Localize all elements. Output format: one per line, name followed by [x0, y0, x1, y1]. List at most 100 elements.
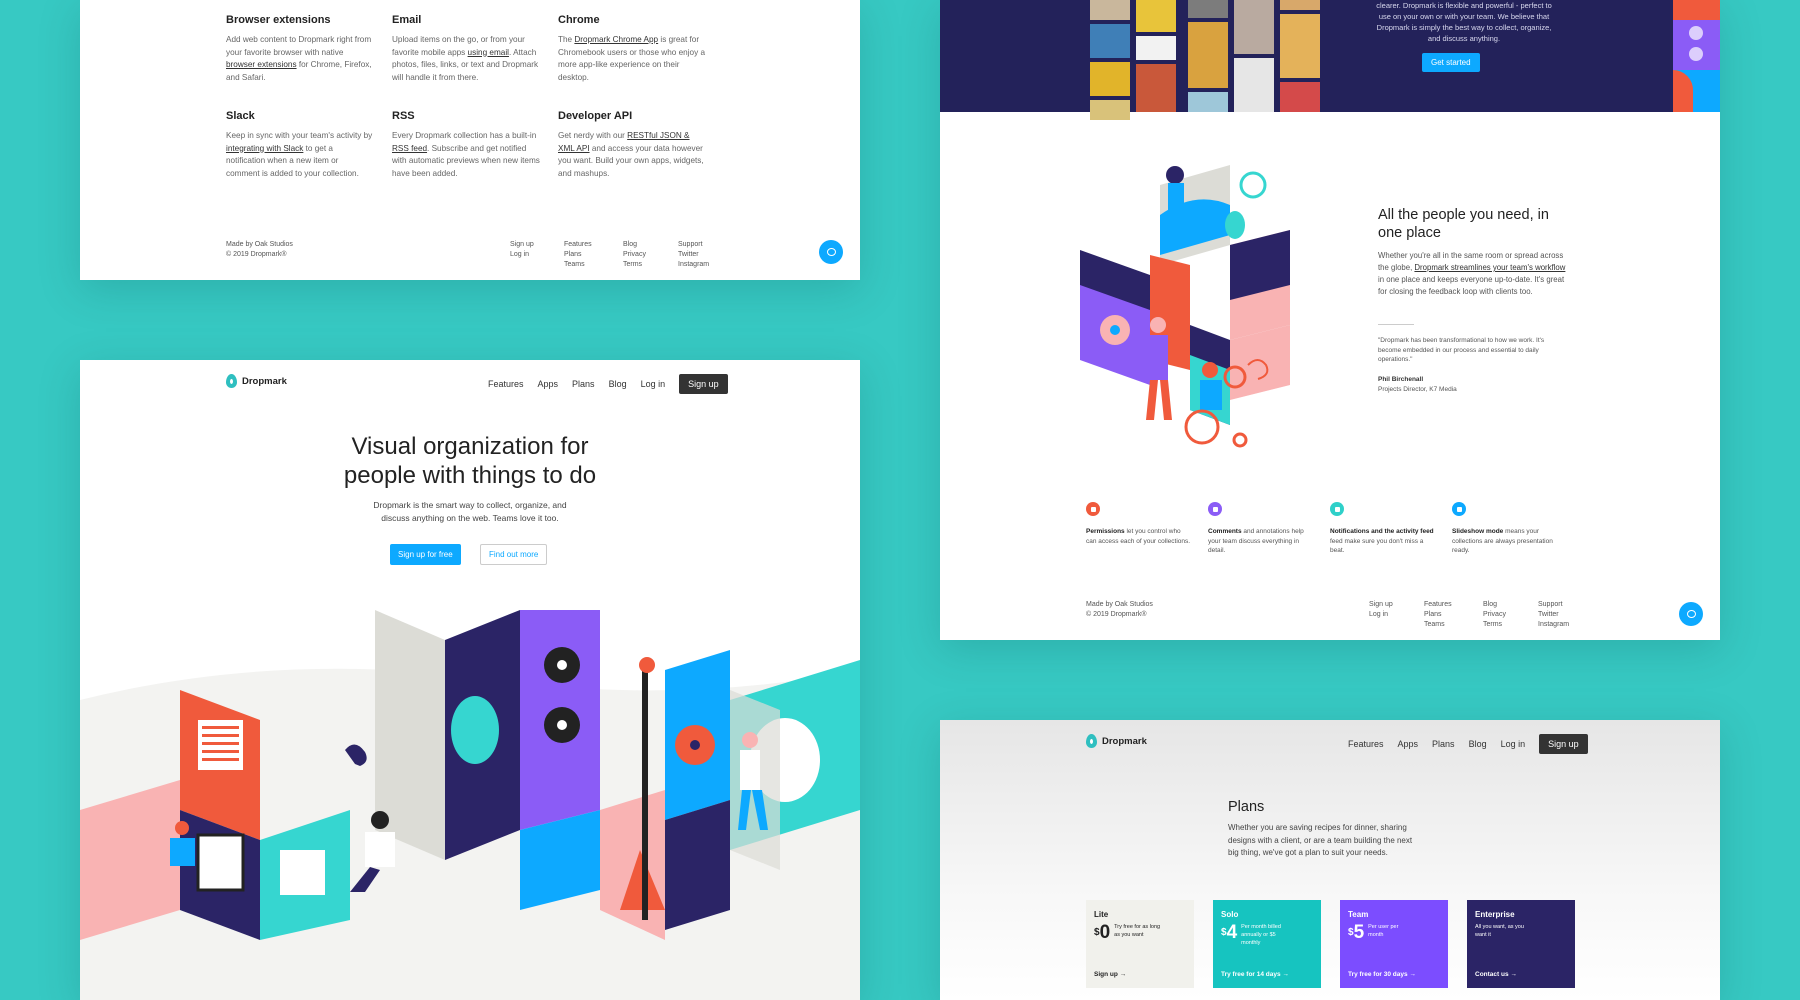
footer-credits: Made by Oak Studios © 2019 Dropmark® [1086, 600, 1153, 620]
footer-link[interactable]: Instagram [1538, 620, 1569, 630]
plan-name: Team [1348, 910, 1369, 919]
footer-credits: Made by Oak Studios © 2019 Dropmark® [226, 240, 293, 260]
footer-link[interactable]: Features [564, 240, 592, 250]
nav-blog[interactable]: Blog [609, 379, 627, 389]
footer-col-social: Support Twitter Instagram [1538, 600, 1569, 630]
nav-signup-button[interactable]: Sign up [1539, 734, 1588, 754]
plan-cta[interactable]: Try free for 14 days → [1221, 971, 1289, 978]
integration-title: Slack [226, 110, 255, 122]
hero-title-line: people with things to do [343, 462, 597, 489]
hero-title: Visual organization for people with thin… [80, 432, 860, 490]
nav-apps[interactable]: Apps [1398, 739, 1419, 749]
footer-link[interactable]: Blog [1483, 600, 1506, 610]
dropmark-logo-icon [1086, 734, 1097, 748]
footer-col-social: Support Twitter Instagram [678, 240, 709, 270]
footer-link[interactable]: Blog [623, 240, 646, 250]
logo-text: Dropmark [242, 375, 287, 387]
footer-link[interactable]: Terms [623, 260, 646, 270]
people-body: Whether you're all in the same room or s… [1378, 251, 1566, 296]
nav-signup-button[interactable]: Sign up [679, 374, 728, 394]
people-title-line: All the people you need, in [1378, 207, 1549, 223]
footer-link[interactable]: Terms [1483, 620, 1506, 630]
plans-subtitle-line: big thing, we've got a plan to suit your… [1228, 848, 1388, 857]
plan-card-solo[interactable]: Solo $4 Per month billed annually or $5 … [1213, 900, 1321, 988]
plan-price: $4 Per month billed annually or $5 month… [1221, 922, 1281, 947]
chat-icon [1686, 610, 1696, 618]
integration-title: Email [392, 14, 422, 26]
footer-link[interactable]: Teams [564, 260, 592, 270]
feature-permissions: Permissions let you control who can acce… [1086, 528, 1191, 545]
plan-name: Lite [1094, 910, 1109, 919]
plan-cta[interactable]: Sign up → [1094, 971, 1126, 978]
nav-login[interactable]: Log in [1501, 739, 1526, 749]
nav-plans[interactable]: Plans [572, 379, 595, 389]
footer-link[interactable]: Log in [1369, 610, 1393, 620]
collection-photo [1188, 92, 1228, 112]
footer-link[interactable]: Sign up [510, 240, 534, 250]
plans-title: Plans [1228, 799, 1265, 815]
footer-col-product: Features Plans Teams [1424, 600, 1452, 630]
plans-panel: Dropmark Features Apps Plans Blog Log in… [940, 720, 1720, 1000]
signup-free-button[interactable]: Sign up for free [390, 544, 461, 565]
copyright-text: © 2019 Dropmark® [1086, 611, 1147, 618]
nav-login[interactable]: Log in [641, 379, 666, 389]
footer-link[interactable]: Support [1538, 600, 1569, 610]
nav-features[interactable]: Features [1348, 739, 1384, 749]
integration-link[interactable]: Dropmark Chrome App [574, 35, 658, 44]
plan-card-enterprise[interactable]: Enterprise All you want, as you want it … [1467, 900, 1575, 988]
footer-link[interactable]: Instagram [678, 260, 709, 270]
footer-link[interactable]: Twitter [678, 250, 709, 260]
feature-comments: Comments and annotations help your team … [1208, 528, 1304, 554]
people-illustration [1080, 165, 1290, 448]
dropmark-logo-icon [226, 374, 237, 388]
plan-card-lite[interactable]: Lite $0 Try free for as long as you want… [1086, 900, 1194, 988]
band-decoration [1673, 0, 1720, 112]
collection-photo [1188, 0, 1228, 18]
integration-link[interactable]: integrating with Slack [226, 144, 303, 153]
footer-link[interactable]: Sign up [1369, 600, 1393, 610]
integration-link[interactable]: browser extensions [226, 60, 297, 69]
chat-button[interactable] [1679, 602, 1703, 626]
footer-link[interactable]: Privacy [1483, 610, 1506, 620]
feature-notifications: Notifications and the activity feed feed… [1330, 528, 1434, 554]
get-started-button[interactable]: Get started [1422, 53, 1480, 72]
footer-link[interactable]: Plans [564, 250, 592, 260]
testimonial-name: Phil Birchenall [1378, 376, 1424, 383]
nav-blog[interactable]: Blog [1469, 739, 1487, 749]
hero-illustration [80, 610, 860, 1000]
hero-subtitle-line: Dropmark is the smart way to collect, or… [373, 500, 567, 510]
logo-text: Dropmark [1102, 735, 1147, 747]
integration-link[interactable]: RSS feed [392, 144, 427, 153]
hero-subtitle-line: discuss anything on the web. Teams love … [381, 512, 559, 523]
workflow-link[interactable]: Dropmark streamlines your team's workflo… [1414, 263, 1565, 272]
nav-plans[interactable]: Plans [1432, 739, 1455, 749]
footer-link[interactable]: Plans [1424, 610, 1452, 620]
nav-apps[interactable]: Apps [538, 379, 559, 389]
top-nav: Features Apps Plans Blog Log in Sign up [488, 374, 728, 394]
collection-photo [1090, 24, 1130, 58]
integration-link[interactable]: using email [468, 48, 509, 57]
plan-card-team[interactable]: Team $5 Per user per month Try free for … [1340, 900, 1448, 988]
footer-link[interactable]: Log in [510, 250, 534, 260]
plan-cta[interactable]: Try free for 30 days → [1348, 971, 1416, 978]
find-out-more-button[interactable]: Find out more [480, 544, 548, 565]
logo[interactable]: Dropmark [1086, 734, 1147, 748]
chat-button[interactable] [819, 240, 843, 264]
integration-title: Chrome [558, 14, 600, 26]
footer-link[interactable]: Privacy [623, 250, 646, 260]
plan-cta[interactable]: Contact us → [1475, 971, 1517, 978]
quote-divider [1378, 324, 1414, 325]
nav-features[interactable]: Features [488, 379, 524, 389]
collection-photo [1280, 0, 1320, 10]
plans-subtitle-line: designs with a client, or are a team bui… [1228, 835, 1413, 845]
logo[interactable]: Dropmark [226, 374, 287, 388]
made-by-text: Made by Oak Studios [226, 241, 293, 248]
footer-link[interactable]: Twitter [1538, 610, 1569, 620]
footer-link[interactable]: Teams [1424, 620, 1452, 630]
collection-photo [1136, 64, 1176, 112]
collection-photo [1090, 62, 1130, 96]
footer-link[interactable]: Features [1424, 600, 1452, 610]
band-text-line: use on your own or with your team. We be… [1378, 12, 1550, 21]
band-text-line: clearer. Dropmark is flexible and powerf… [1376, 1, 1552, 10]
footer-link[interactable]: Support [678, 240, 709, 250]
